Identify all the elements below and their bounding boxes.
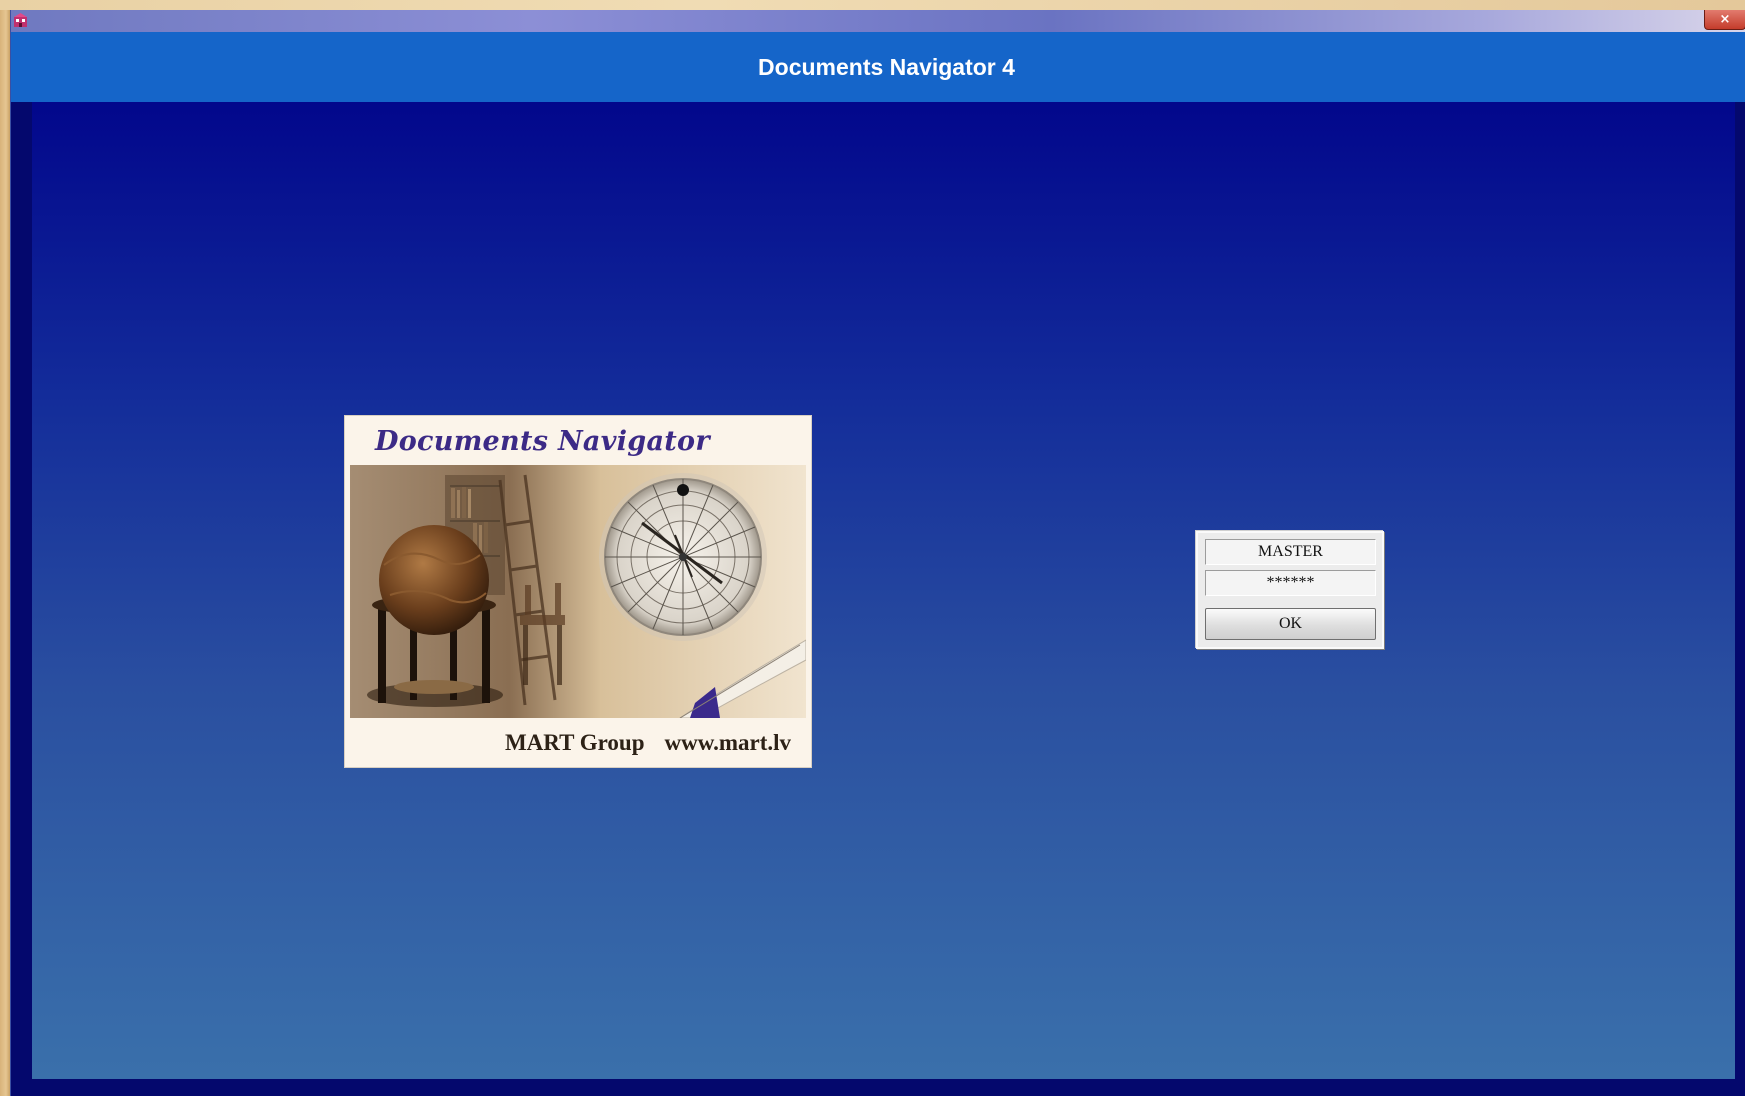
page-title: Documents Navigator 4 bbox=[758, 53, 1015, 80]
header-band: Documents Navigator 4 bbox=[11, 32, 1745, 102]
username-field[interactable] bbox=[1205, 539, 1376, 565]
website-link: www.mart.lv bbox=[664, 730, 791, 755]
ok-button[interactable]: OK bbox=[1205, 608, 1376, 640]
login-panel: OK bbox=[1196, 531, 1384, 649]
company-name: MART Group bbox=[504, 730, 645, 755]
splash-illustration bbox=[350, 465, 806, 718]
desktop-top-strip bbox=[0, 0, 1745, 10]
main-content: Documents Navigator MART Group www.mart.… bbox=[32, 102, 1735, 1079]
splash-title: Documents Navigator bbox=[375, 426, 710, 457]
password-field[interactable] bbox=[1205, 570, 1376, 596]
app-icon[interactable] bbox=[13, 13, 28, 28]
close-button[interactable]: × bbox=[1704, 10, 1745, 30]
compass-dial bbox=[599, 473, 767, 641]
close-icon: × bbox=[1719, 12, 1731, 27]
splash-footer: MART Group www.mart.lv bbox=[345, 718, 813, 768]
splash-card: Documents Navigator MART Group www.mart.… bbox=[344, 415, 812, 768]
app-window: × Documents Navigator 4 Documents Naviga… bbox=[10, 10, 1745, 1096]
window-title-bar[interactable]: × bbox=[11, 10, 1745, 32]
